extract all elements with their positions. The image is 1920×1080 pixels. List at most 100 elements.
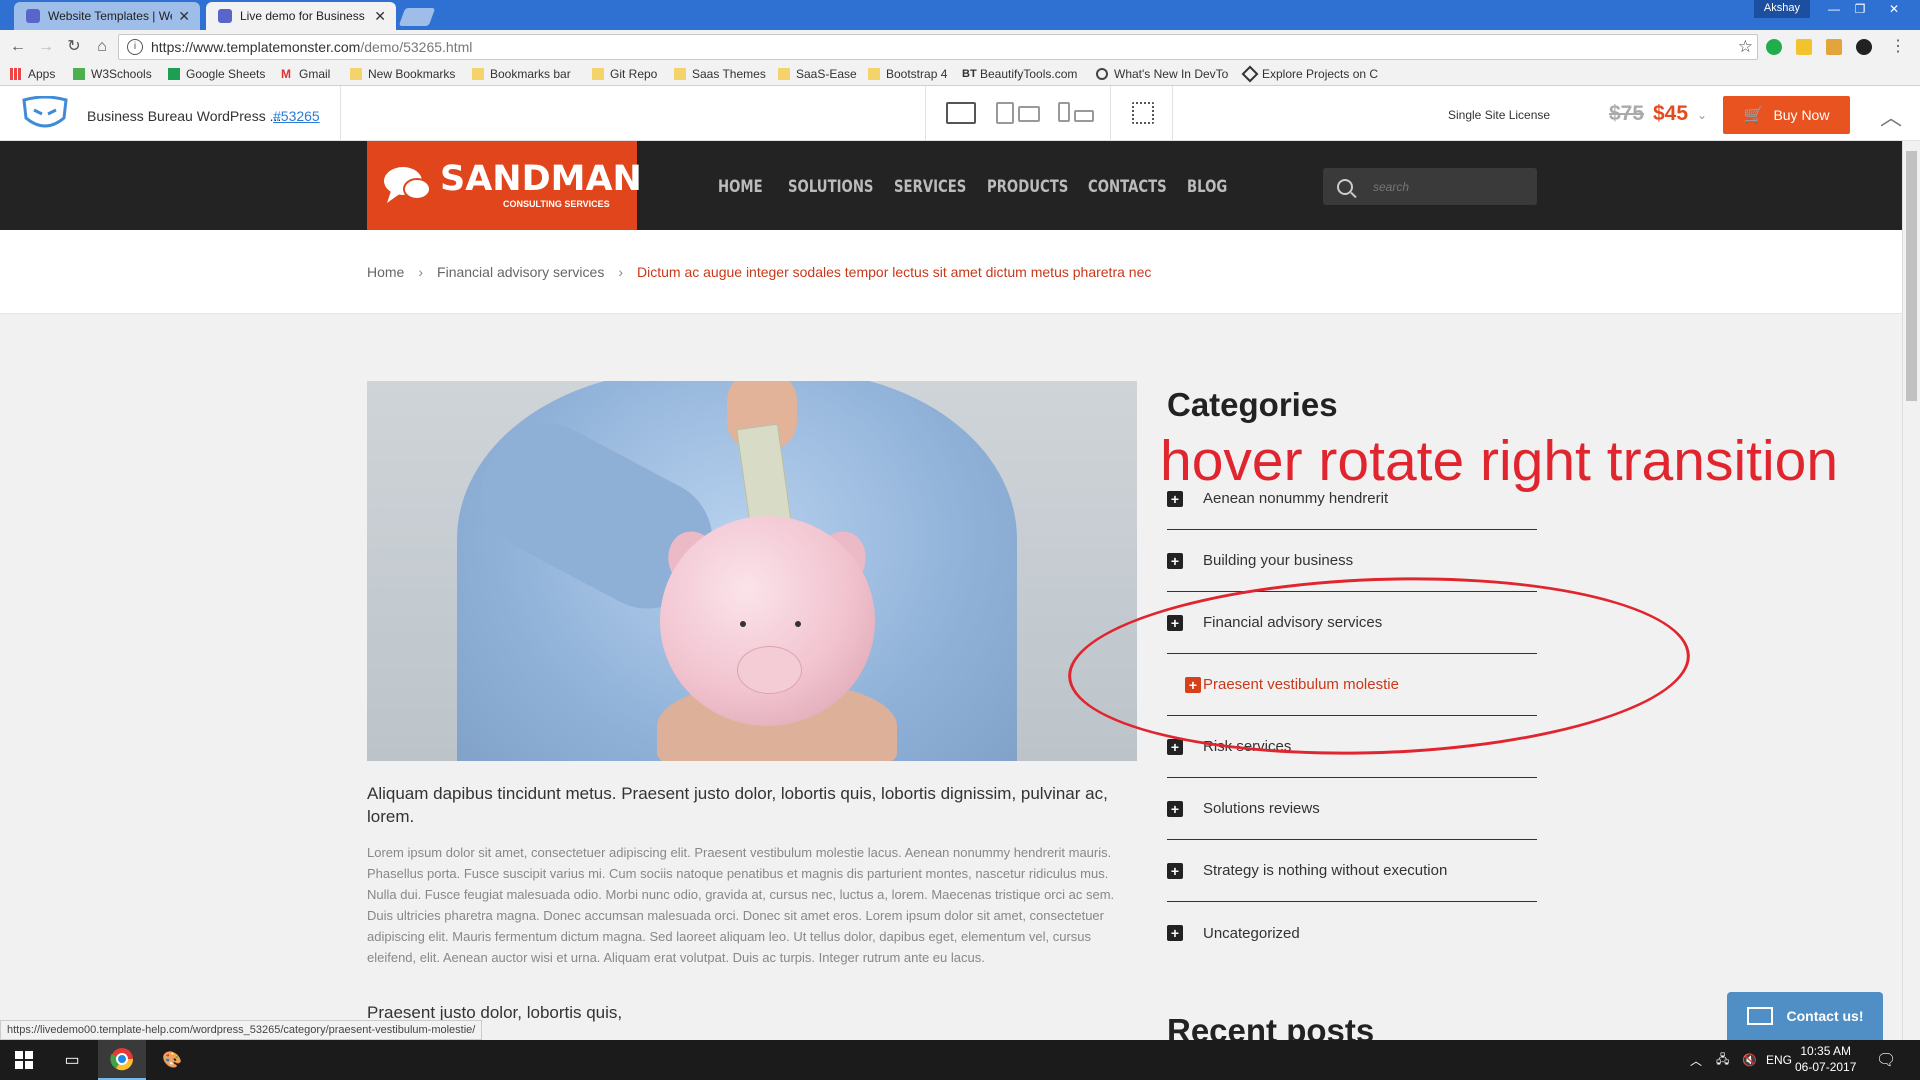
reload-icon[interactable]: ↻: [62, 36, 86, 58]
bookmark-label: Saas Themes: [692, 67, 766, 81]
search-input[interactable]: [1373, 179, 1523, 194]
image-pig-eye: [740, 621, 746, 627]
bookmark-beautifytools[interactable]: BT BeautifyTools.com: [962, 67, 1077, 81]
home-icon[interactable]: ⌂: [90, 36, 114, 58]
extension-star-icon[interactable]: [1796, 39, 1812, 55]
plus-icon: +: [1167, 738, 1183, 755]
menu-item-blog[interactable]: BLOG: [1187, 177, 1227, 197]
forward-icon[interactable]: →: [34, 36, 58, 58]
menu-kebab-icon[interactable]: ⋮: [1886, 36, 1910, 58]
phone-portrait-icon[interactable]: [1058, 102, 1070, 122]
close-tab-icon[interactable]: ✕: [374, 8, 386, 25]
template-id-link[interactable]: #53265: [273, 108, 320, 124]
extension-dark-icon[interactable]: [1856, 39, 1872, 55]
category-label: Uncategorized: [1203, 924, 1300, 942]
site-logo[interactable]: SANDMAN CONSULTING SERVICES: [367, 141, 642, 230]
menu-item-services[interactable]: SERVICES: [894, 177, 967, 197]
folder-icon: [868, 68, 880, 80]
bookmark-folder-new[interactable]: New Bookmarks: [350, 67, 455, 81]
license-type[interactable]: Single Site License: [1448, 108, 1550, 122]
categories-list: + Aenean nonummy hendrerit + Building your…: [1167, 468, 1537, 964]
menu-item-solutions[interactable]: SOLUTIONS: [788, 177, 873, 197]
paint-taskbar-icon[interactable]: 🎨: [148, 1040, 196, 1080]
chevron-up-icon[interactable]: ︿: [1880, 100, 1902, 132]
bookmark-devtools[interactable]: What's New In DevTo: [1096, 67, 1228, 81]
breadcrumb: Home › Financial advisory services › Dic…: [367, 264, 1151, 280]
info-icon[interactable]: i: [127, 39, 143, 55]
folder-icon: [778, 68, 790, 80]
bookmark-gmail[interactable]: M Gmail: [281, 67, 330, 81]
folder-icon: [472, 68, 484, 80]
tray-chevron-up-icon[interactable]: ︿: [1690, 1040, 1702, 1080]
desktop-view-icon[interactable]: [946, 102, 976, 124]
templatemonster-favicon-icon: [26, 9, 40, 23]
phone-landscape-icon[interactable]: [1074, 110, 1094, 122]
chevron-right-icon: ›: [418, 264, 424, 280]
window-close-icon[interactable]: ✕: [1874, 0, 1914, 18]
category-item[interactable]: + Building your business: [1167, 530, 1537, 592]
back-icon[interactable]: ←: [6, 36, 30, 58]
tablet-landscape-icon[interactable]: [1018, 106, 1040, 122]
image-piggy-bank: [660, 516, 875, 726]
bookmark-label: Bootstrap 4: [886, 67, 948, 81]
contact-us-button[interactable]: Contact us!: [1727, 992, 1883, 1040]
chrome-taskbar-icon[interactable]: [98, 1040, 146, 1080]
tablet-portrait-icon[interactable]: [996, 102, 1014, 124]
network-icon[interactable]: 🖧: [1716, 1040, 1729, 1080]
category-item[interactable]: + Strategy is nothing without execution: [1167, 840, 1537, 902]
bookmark-google-sheets[interactable]: Google Sheets: [168, 67, 265, 81]
templatemonster-logo-icon[interactable]: [20, 96, 70, 132]
windows-start-icon[interactable]: [0, 1040, 48, 1080]
apps-grid-icon: [10, 68, 22, 80]
language-indicator[interactable]: ENG: [1766, 1040, 1792, 1080]
category-item[interactable]: + Financial advisory services: [1167, 592, 1537, 654]
bookmark-codepen[interactable]: Explore Projects on C: [1241, 65, 1378, 83]
clock[interactable]: 10:35 AM 06-07-2017: [1795, 1043, 1856, 1075]
category-item-hovered[interactable]: + Praesent vestibulum molestie: [1167, 654, 1537, 716]
category-item[interactable]: + Solutions reviews: [1167, 778, 1537, 840]
menu-item-contacts[interactable]: CONTACTS: [1088, 177, 1167, 197]
bookmark-folder-git[interactable]: Git Repo: [592, 67, 657, 81]
qr-code-icon[interactable]: [1132, 102, 1154, 124]
close-tab-icon[interactable]: ✕: [178, 8, 190, 25]
breadcrumb-current: Dictum ac augue integer sodales tempor l…: [637, 264, 1152, 280]
page-scrollbar[interactable]: [1902, 141, 1920, 1041]
bookmark-label: Git Repo: [610, 67, 658, 81]
speech-bubbles-icon: [384, 167, 431, 203]
new-tab-button[interactable]: [398, 8, 436, 26]
chevron-down-icon[interactable]: ⌄: [1697, 108, 1707, 122]
bookmark-folder-saasease[interactable]: SaaS-Ease: [778, 67, 857, 81]
bookmark-folder-saas[interactable]: Saas Themes: [674, 67, 766, 81]
extension-flag-icon[interactable]: [1826, 39, 1842, 55]
restore-icon[interactable]: ❐: [1848, 0, 1872, 18]
notification-icon[interactable]: 🗨: [1876, 1040, 1896, 1080]
plus-icon: +: [1167, 925, 1183, 941]
tab-website-templates[interactable]: Website Templates | Web ✕: [14, 2, 200, 30]
category-label: Solutions reviews: [1203, 800, 1320, 817]
breadcrumb-parent[interactable]: Financial advisory services: [437, 264, 604, 280]
tab-live-demo[interactable]: Live demo for Business B ✕: [206, 2, 396, 30]
scrollbar-thumb[interactable]: [1906, 151, 1917, 401]
breadcrumb-home[interactable]: Home: [367, 264, 404, 280]
buy-now-button[interactable]: 🛒 Buy Now: [1723, 96, 1850, 134]
minimize-icon[interactable]: —: [1822, 0, 1846, 18]
category-item[interactable]: + Uncategorized: [1167, 902, 1537, 964]
tab-label: Live demo for Business B: [240, 9, 369, 23]
bookmark-apps[interactable]: Apps: [10, 67, 55, 81]
plus-icon: +: [1167, 614, 1183, 631]
bookmark-folder-bootstrap[interactable]: Bootstrap 4: [868, 67, 947, 81]
search-icon[interactable]: [1337, 178, 1353, 195]
profile-button[interactable]: Akshay: [1753, 0, 1810, 18]
menu-item-products[interactable]: PRODUCTS: [987, 177, 1068, 197]
volume-muted-icon[interactable]: 🔇: [1742, 1040, 1757, 1080]
category-item[interactable]: + Risk services: [1167, 716, 1537, 778]
task-view-icon[interactable]: ▭: [48, 1040, 96, 1080]
annotation-text: hover rotate right transition: [1160, 429, 1839, 493]
bookmark-w3schools[interactable]: W3Schools: [73, 67, 152, 81]
bookmark-folder-bar[interactable]: Bookmarks bar: [472, 67, 571, 81]
menu-item-home[interactable]: HOME: [718, 177, 773, 197]
address-bar[interactable]: i https://www.templatemonster.com/demo/5…: [118, 34, 1758, 60]
bookmark-star-icon[interactable]: ☆: [1738, 37, 1753, 57]
extension-green-icon[interactable]: [1766, 39, 1782, 55]
logo-name: SANDMAN: [440, 159, 642, 199]
